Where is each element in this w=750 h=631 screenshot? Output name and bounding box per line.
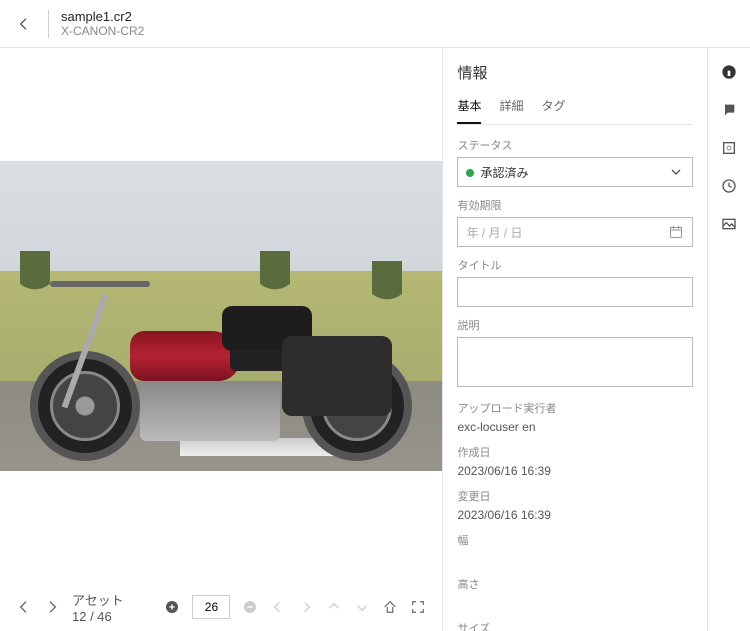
desc-label: 説明 (457, 317, 693, 333)
tab-basic[interactable]: 基本 (457, 97, 481, 124)
file-type: X-CANON-CR2 (61, 24, 144, 38)
size-label: サイズ (457, 620, 693, 631)
asset-preview (0, 161, 442, 471)
title-input[interactable] (457, 277, 693, 307)
info-panel: 情報 基本 詳細 タグ ステータス 承認済み 有効期限 年 / 月 / 日 タイ… (442, 48, 707, 631)
divider (48, 10, 49, 38)
status-dot-icon (466, 169, 474, 177)
expiry-label: 有効期限 (457, 197, 693, 213)
expiry-placeholder: 年 / 月 / 日 (466, 224, 522, 241)
file-title-block: sample1.cr2 X-CANON-CR2 (61, 9, 144, 39)
zoom-in-button[interactable] (164, 599, 180, 615)
image-canvas[interactable] (0, 48, 442, 583)
back-button[interactable] (12, 12, 36, 36)
expiry-input[interactable]: 年 / 月 / 日 (457, 217, 693, 247)
tab-tag[interactable]: タグ (541, 97, 565, 124)
pan-right-button (298, 599, 314, 615)
rail-history-icon[interactable] (719, 176, 739, 196)
height-value (457, 596, 693, 610)
created-label: 作成日 (457, 444, 693, 460)
fullscreen-button[interactable] (410, 599, 426, 615)
chevron-down-icon (668, 164, 684, 180)
rail-crop-icon[interactable] (719, 138, 739, 158)
asset-counter: アセット 12 / 46 (72, 590, 126, 624)
panel-title: 情報 (457, 62, 693, 83)
zoom-input[interactable] (192, 595, 230, 619)
pan-down-button (354, 599, 370, 615)
modified-value: 2023/06/16 16:39 (457, 508, 693, 522)
desc-input[interactable] (457, 337, 693, 387)
reset-view-button[interactable] (382, 599, 398, 615)
created-value: 2023/06/16 16:39 (457, 464, 693, 478)
status-label: ステータス (457, 137, 693, 153)
zoom-out-button[interactable] (242, 599, 258, 615)
rail-comment-icon[interactable] (719, 100, 739, 120)
calendar-icon (668, 224, 684, 240)
modified-label: 変更日 (457, 488, 693, 504)
uploader-label: アップロード実行者 (457, 400, 693, 416)
next-asset-button[interactable] (44, 599, 60, 615)
width-value (457, 552, 693, 566)
rail-info-icon[interactable] (719, 62, 739, 82)
title-label: タイトル (457, 257, 693, 273)
file-name: sample1.cr2 (61, 9, 144, 25)
width-label: 幅 (457, 532, 693, 548)
pan-up-button (326, 599, 342, 615)
status-value: 承認済み (480, 166, 528, 180)
tab-detail[interactable]: 詳細 (499, 97, 523, 124)
prev-asset-button[interactable] (16, 599, 32, 615)
pan-left-button (270, 599, 286, 615)
status-select[interactable]: 承認済み (457, 157, 693, 187)
rail-image-icon[interactable] (719, 214, 739, 234)
height-label: 高さ (457, 576, 693, 592)
uploader-value: exc-locuser en (457, 420, 693, 434)
